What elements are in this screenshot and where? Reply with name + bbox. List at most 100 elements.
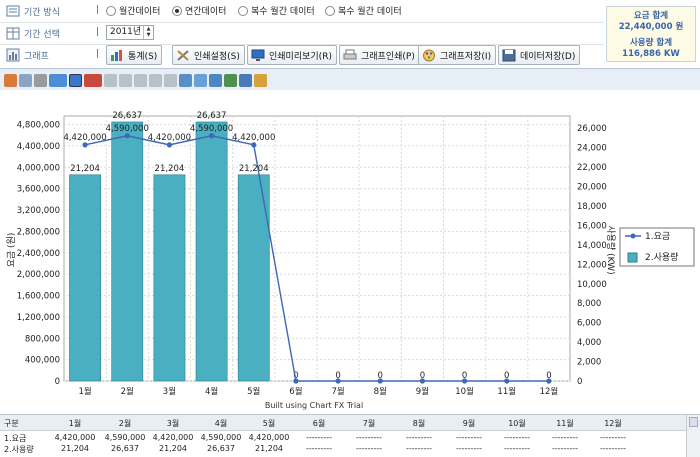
y2-tick-label: 20,000 — [577, 183, 607, 193]
table-cell: 26,637 — [111, 444, 139, 453]
axis-icon[interactable] — [119, 73, 132, 87]
radio-circle[interactable] — [325, 5, 335, 16]
graph-save-button[interactable]: 그래프저장(I) — [418, 45, 497, 65]
table-row-label: 1.요금 — [4, 434, 27, 443]
line-point — [208, 133, 215, 139]
bar-line-chart: 21,20426,63721,20426,63721,2040 0 0 0 0 0 0 4,… — [0, 90, 700, 412]
zoom-icon[interactable] — [239, 73, 252, 87]
radio-circle[interactable] — [106, 5, 116, 16]
x-tick-label: 12월 — [540, 386, 559, 397]
year-stepper[interactable]: 2011년 ▲ ▼ — [106, 25, 154, 40]
spin-arrows-icon[interactable]: ▲ ▼ — [143, 26, 153, 39]
table-cell: --------- — [356, 433, 382, 442]
line-point — [124, 133, 130, 139]
bar-data-label: 21,204 — [239, 164, 269, 174]
bar-data-label: 21,204 — [70, 164, 100, 174]
summary-box: 요금 합계 22,440,000 원 사용량 합계 116,886 KW — [606, 6, 696, 62]
separator: | — [96, 5, 100, 15]
y2-tick-label: 26,000 — [577, 124, 607, 134]
table-cell: --------- — [600, 433, 626, 442]
data-grid-icon[interactable] — [179, 73, 192, 87]
y-tick-label: 800,000 — [25, 334, 60, 344]
print-preview-label: 인쇄미리보기(R) — [269, 51, 332, 62]
scroll-up-icon[interactable] — [689, 417, 698, 427]
line-point — [335, 378, 341, 384]
properties-icon[interactable] — [254, 73, 267, 87]
grid-icon[interactable] — [224, 73, 237, 87]
chart-watermark: Built using Chart FX Trial — [265, 401, 363, 410]
legend-item-fee: 1.요금 — [645, 231, 670, 242]
table-cell: --------- — [406, 433, 432, 442]
legend-icon[interactable] — [194, 73, 207, 87]
radio-circle[interactable] — [238, 5, 248, 16]
palette-icon — [423, 49, 435, 61]
print-icon[interactable] — [34, 73, 47, 87]
table-header: 구분 1월 2월 3월 4월 5월 6월 7월 8월 9월 10월 11월 12월 — [0, 415, 686, 431]
print-settings-label: 인쇄설정(S) — [194, 51, 240, 62]
y2-tick-label: 10,000 — [577, 280, 607, 290]
stats-button[interactable]: 통계(S) — [106, 45, 163, 65]
copy-icon[interactable] — [4, 73, 17, 87]
radio-monthly[interactable]: 월간데이터 — [106, 4, 160, 17]
radio-circle[interactable] — [172, 5, 182, 16]
legend-line-marker — [630, 233, 636, 239]
gallery-dropdown-icon[interactable] — [49, 73, 67, 87]
table-cell: 4,420,000 — [54, 433, 96, 442]
x-tick-label: 9월 — [416, 386, 429, 397]
3d-icon[interactable] — [164, 73, 177, 87]
graph-print-button[interactable]: 그래프인쇄(P) — [339, 45, 420, 65]
y-tick-label: 4,400,000 — [17, 142, 60, 152]
data-table: 구분 1월 2월 3월 4월 5월 6월 7월 8월 9월 10월 11월 12월 1.요금 4,420,… — [0, 414, 700, 457]
y-tick-label: 1,200,000 — [17, 313, 60, 323]
radio-multi-monthly-1[interactable]: 복수 월간 데이터 — [238, 4, 315, 17]
y2-tick-label: 0 — [577, 377, 582, 387]
table-header-cell: 2월 — [118, 419, 132, 428]
graph-icon — [6, 48, 20, 62]
table-cell: 21,204 — [159, 444, 187, 453]
line-point — [166, 142, 173, 148]
radio-label: 월간데이터 — [119, 7, 161, 17]
y2-tick-label: 22,000 — [577, 163, 607, 173]
table-cell: --------- — [552, 433, 578, 442]
y-tick-label: 2,000,000 — [17, 270, 60, 280]
table-cell: 21,204 — [61, 444, 89, 453]
table-header-cell: 10월 — [508, 419, 526, 428]
table-cell: --------- — [456, 433, 482, 442]
period-select-row: 기간 선택 | 2011년 ▲ ▼ — [0, 22, 604, 44]
rotate-icon[interactable] — [104, 73, 117, 87]
radio-multi-monthly-2[interactable]: 복수 월간 데이터 — [325, 4, 402, 17]
table-cell: --------- — [306, 444, 332, 453]
radio-yearly[interactable]: 연간데이터 — [172, 4, 226, 17]
table-header-cell: 6월 — [312, 419, 326, 428]
vertical-scrollbar[interactable] — [686, 415, 700, 457]
zoom-out-icon[interactable] — [134, 73, 147, 87]
print-settings-button[interactable]: 인쇄설정(S) — [172, 45, 245, 65]
series-icon[interactable] — [209, 73, 222, 87]
bar — [195, 121, 228, 382]
y2-tick-label: 16,000 — [577, 221, 607, 231]
refresh-icon[interactable] — [149, 73, 162, 87]
print-preview-button[interactable]: 인쇄미리보기(R) — [247, 45, 337, 65]
table-cell: --------- — [504, 444, 530, 453]
period-type-label: 기간 방식 — [24, 8, 60, 18]
line-data-label: 4,590,000 — [106, 124, 149, 134]
y-tick-label: 2,400,000 — [17, 249, 60, 259]
color-dropdown-icon[interactable] — [84, 73, 102, 87]
table-cell: --------- — [406, 444, 432, 453]
y-tick-label: 3,600,000 — [17, 185, 60, 195]
table-cell: --------- — [504, 433, 530, 442]
palette-toggle-icon[interactable] — [69, 73, 82, 87]
table-cell: 4,420,000 — [248, 433, 290, 442]
bar-data-label: 26,637 — [197, 111, 227, 121]
stats-chart-icon — [111, 49, 122, 61]
bar — [69, 174, 101, 382]
radio-label: 연간데이터 — [185, 7, 227, 17]
data-save-button[interactable]: 데이터저장(D) — [498, 45, 581, 65]
clipboard-icon[interactable] — [19, 73, 32, 87]
radio-label: 복수 월간 데이터 — [251, 7, 315, 17]
table-cell: --------- — [306, 433, 332, 442]
x-tick-label: 8월 — [374, 386, 387, 397]
y2-tick-label: 18,000 — [577, 202, 607, 212]
x-tick-label: 2월 — [121, 386, 134, 397]
y-tick-label: 2,800,000 — [17, 227, 60, 237]
